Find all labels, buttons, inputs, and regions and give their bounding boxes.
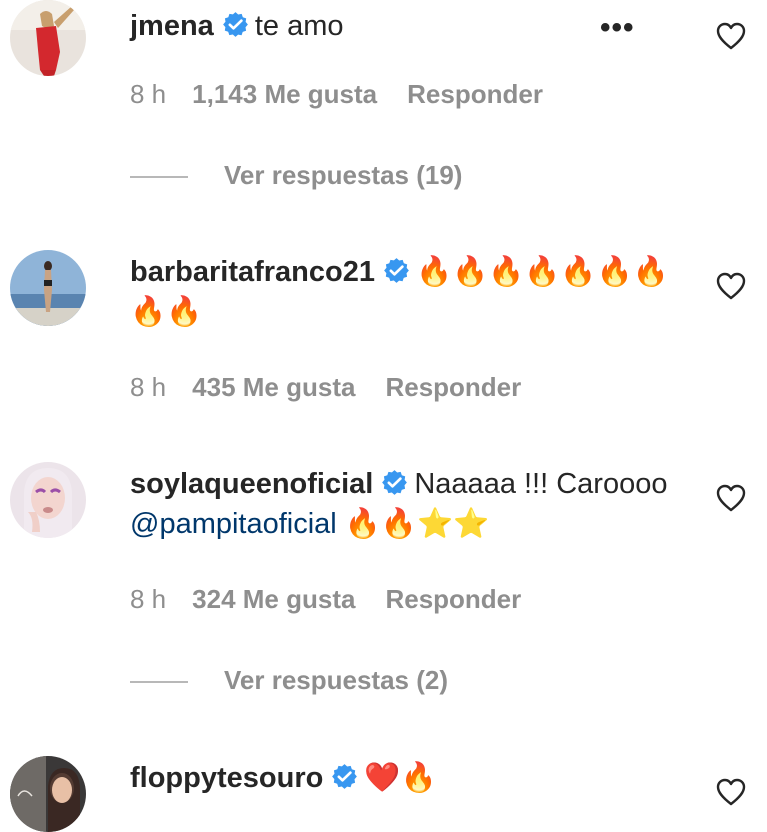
view-replies-button[interactable]: Ver respuestas (19) [130, 158, 462, 192]
avatar[interactable] [10, 0, 86, 76]
timestamp[interactable]: 8 h [130, 372, 166, 402]
username[interactable]: floppytesouro [130, 762, 323, 794]
comment: floppytesouro ❤️🔥 [0, 752, 767, 832]
username[interactable]: jmena [130, 10, 214, 42]
comment-text: soylaqueenoficial Naaaaa !!! Caroooo @pam… [130, 464, 670, 544]
divider [130, 681, 188, 684]
username[interactable]: soylaqueenoficial [130, 468, 373, 500]
heart-outline-icon[interactable] [716, 272, 746, 300]
comment-meta: 8 h 324 Me gusta Responder [130, 582, 521, 616]
view-replies-label: Ver respuestas (2) [224, 665, 449, 695]
comment-meta: 8 h 1,143 Me gusta Responder [130, 77, 543, 111]
timestamp[interactable]: 8 h [130, 79, 166, 109]
reply-button[interactable]: Responder [385, 372, 521, 402]
more-options-icon[interactable]: ••• [600, 13, 640, 48]
comment-message: te amo [254, 10, 344, 42]
view-replies-label: Ver respuestas (19) [224, 160, 463, 190]
comment-message: ❤️🔥 [364, 762, 437, 794]
comment: barbaritafranco21 🔥🔥🔥🔥🔥🔥🔥🔥🔥 8 h 435 Me gus… [0, 246, 767, 406]
username[interactable]: barbaritafranco21 [130, 256, 375, 288]
heart-outline-icon[interactable] [716, 778, 746, 806]
mention-link[interactable]: @pampitaoficial [130, 508, 337, 540]
comment-text: barbaritafranco21 🔥🔥🔥🔥🔥🔥🔥🔥🔥 [130, 252, 690, 332]
heart-outline-icon[interactable] [716, 22, 746, 50]
view-replies-button[interactable]: Ver respuestas (2) [130, 663, 448, 697]
comment-emoji: 🔥🔥⭐⭐ [344, 508, 490, 540]
timestamp[interactable]: 8 h [130, 584, 166, 614]
verified-badge-icon [383, 257, 410, 284]
like-count[interactable]: 435 Me gusta [192, 372, 355, 402]
verified-badge-icon [381, 469, 408, 496]
comment: soylaqueenoficial Naaaaa !!! Caroooo @pam… [0, 458, 767, 708]
comment-meta: 8 h 435 Me gusta Responder [130, 370, 521, 404]
reply-button[interactable]: Responder [407, 79, 543, 109]
heart-outline-icon[interactable] [716, 484, 746, 512]
verified-badge-icon [331, 763, 358, 790]
verified-badge-icon [222, 11, 249, 38]
like-count[interactable]: 1,143 Me gusta [192, 79, 377, 109]
comment-text: floppytesouro ❤️🔥 [130, 758, 690, 798]
avatar[interactable] [10, 250, 86, 326]
avatar[interactable] [10, 462, 86, 538]
reply-button[interactable]: Responder [385, 584, 521, 614]
like-count[interactable]: 324 Me gusta [192, 584, 355, 614]
comment-message: Naaaaa !!! Caroooo [414, 468, 668, 500]
avatar[interactable] [10, 756, 86, 832]
divider [130, 176, 188, 179]
comment: jmena te amo ••• 8 h 1,143 Me gusta Respond… [0, 0, 767, 210]
